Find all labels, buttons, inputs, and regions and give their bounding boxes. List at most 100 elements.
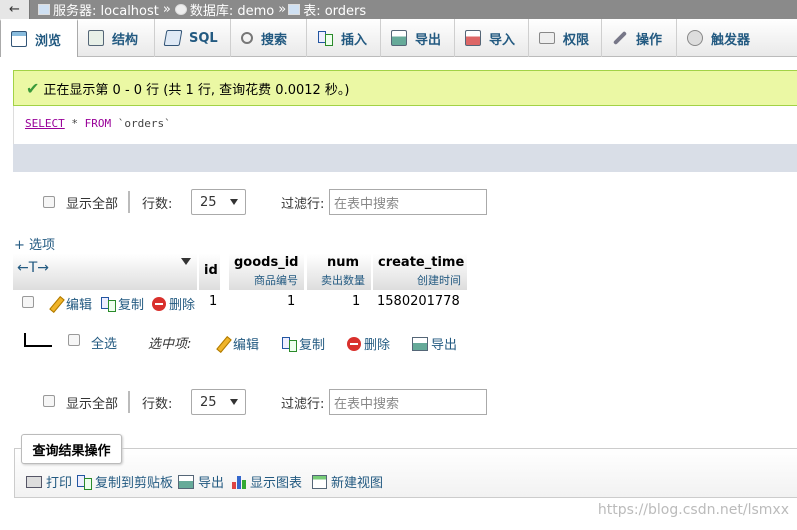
tab-export[interactable]: 导出 bbox=[381, 19, 455, 57]
tab-label: 权限 bbox=[563, 32, 590, 48]
message-text: 正在显示第 0 - 0 行 (共 1 行, 查询花费 0.0012 秒。) bbox=[43, 82, 350, 98]
show-all-label: 显示全部 bbox=[66, 197, 119, 212]
row-checkbox[interactable] bbox=[22, 296, 34, 308]
operations-title-text: 查询结果操作 bbox=[32, 443, 111, 459]
sql-query-box[interactable]: SELECT * FROM `orders` bbox=[13, 106, 797, 144]
row-edit-button[interactable]: 编辑 bbox=[48, 294, 92, 313]
triggers-icon bbox=[687, 30, 703, 46]
tab-label: SQL bbox=[189, 30, 218, 46]
column-name: id bbox=[204, 263, 218, 278]
select-all-checkbox[interactable] bbox=[68, 334, 80, 346]
tab-search[interactable]: 搜索 bbox=[231, 19, 307, 57]
select-all-label[interactable]: 全选 bbox=[91, 333, 117, 352]
sql-keyword[interactable]: SELECT bbox=[25, 117, 65, 130]
new-view-label: 新建视图 bbox=[331, 476, 384, 491]
chevron-down-icon bbox=[230, 399, 238, 405]
show-all-checkbox[interactable] bbox=[43, 196, 55, 208]
show-all-checkbox[interactable] bbox=[43, 395, 55, 407]
sort-dropdown-icon[interactable] bbox=[181, 258, 191, 265]
cell-num[interactable]: 1 bbox=[352, 294, 360, 309]
edit-label: 编辑 bbox=[233, 338, 260, 353]
browse-icon bbox=[11, 31, 27, 47]
delete-label: 删除 bbox=[169, 298, 196, 313]
export-icon bbox=[178, 474, 194, 489]
sql-text: `orders` bbox=[111, 117, 171, 130]
rows-select[interactable]: 25 bbox=[191, 189, 246, 215]
cell-goods-id[interactable]: 1 bbox=[287, 294, 295, 309]
rows-select[interactable]: 25 bbox=[191, 389, 246, 415]
tab-structure[interactable]: 结构 bbox=[78, 19, 155, 57]
table-icon bbox=[288, 4, 301, 15]
column-header-create-time[interactable]: create_time 创建时间 bbox=[373, 254, 468, 290]
copy-clipboard-label: 复制到剪贴板 bbox=[95, 476, 174, 491]
tab-triggers[interactable]: 触发器 bbox=[677, 19, 765, 57]
structure-icon bbox=[88, 30, 104, 46]
tab-operations[interactable]: 操作 bbox=[602, 19, 677, 57]
breadcrumb-database[interactable]: 数据库: demo bbox=[190, 0, 274, 19]
tab-insert[interactable]: 插入 bbox=[307, 19, 381, 57]
edit-label: 编辑 bbox=[66, 298, 93, 313]
tab-label: 操作 bbox=[636, 32, 663, 48]
filter-input[interactable]: 在表中搜索 bbox=[329, 389, 487, 415]
tab-label: 插入 bbox=[341, 32, 368, 48]
breadcrumb-server[interactable]: 服务器: localhost bbox=[53, 0, 159, 19]
options-link[interactable]: + 选项 bbox=[14, 234, 55, 253]
delete-label: 删除 bbox=[364, 338, 391, 353]
pencil-icon bbox=[48, 296, 63, 311]
column-header-id[interactable]: id bbox=[199, 254, 221, 290]
select-arrow-icon bbox=[24, 333, 52, 347]
column-arrows[interactable]: ←T→ bbox=[17, 260, 49, 276]
tab-label: 浏览 bbox=[35, 33, 62, 49]
breadcrumb-separator: » bbox=[162, 2, 171, 17]
divider bbox=[128, 191, 130, 213]
row-delete-button[interactable]: 删除 bbox=[152, 294, 195, 313]
checkmark-icon: ✔ bbox=[26, 78, 40, 98]
view-icon bbox=[312, 474, 327, 489]
export-button[interactable]: 导出 bbox=[178, 472, 224, 491]
export-icon bbox=[412, 336, 428, 351]
sql-icon bbox=[163, 30, 183, 46]
tab-privileges[interactable]: 权限 bbox=[529, 19, 602, 57]
tab-label: 导入 bbox=[489, 32, 516, 48]
tab-label: 导出 bbox=[415, 32, 442, 48]
cell-id[interactable]: 1 bbox=[209, 294, 217, 309]
copy-label: 复制 bbox=[118, 298, 145, 313]
pencil-icon bbox=[215, 336, 230, 351]
bar-chart-icon bbox=[232, 475, 246, 489]
filter-label: 过滤行: bbox=[281, 197, 325, 212]
chart-label: 显示图表 bbox=[250, 476, 303, 491]
rows-value: 25 bbox=[200, 194, 217, 210]
filter-input[interactable]: 在表中搜索 bbox=[329, 189, 487, 215]
bulk-edit-button[interactable]: 编辑 bbox=[215, 334, 259, 353]
breadcrumb: ← 服务器: localhost » 数据库: demo » 表: orders bbox=[0, 0, 797, 19]
display-chart-button[interactable]: 显示图表 bbox=[232, 472, 302, 491]
insert-icon bbox=[317, 30, 333, 46]
print-button[interactable]: 打印 bbox=[26, 472, 72, 491]
tab-sql[interactable]: SQL bbox=[155, 19, 231, 57]
create-view-button[interactable]: 新建视图 bbox=[312, 472, 383, 491]
tab-import[interactable]: 导入 bbox=[455, 19, 529, 57]
column-header-num[interactable]: num 卖出数量 bbox=[307, 254, 372, 290]
watermark: https://blog.csdn.net/lsmxx bbox=[597, 502, 789, 518]
server-icon bbox=[38, 4, 50, 15]
column-comment: 商品编号 bbox=[254, 274, 298, 287]
sql-keyword[interactable]: FROM bbox=[85, 117, 112, 130]
column-comment: 创建时间 bbox=[417, 274, 461, 287]
breadcrumb-table[interactable]: 表: orders bbox=[303, 0, 366, 19]
printer-icon bbox=[26, 475, 42, 488]
back-arrow-icon[interactable]: ← bbox=[0, 0, 30, 19]
copy-to-clipboard-button[interactable]: 复制到剪贴板 bbox=[76, 472, 173, 491]
bulk-export-button[interactable]: 导出 bbox=[412, 334, 457, 353]
bulk-delete-button[interactable]: 删除 bbox=[347, 334, 390, 353]
bulk-copy-button[interactable]: 复制 bbox=[281, 334, 325, 353]
with-selected-label: 选中项: bbox=[148, 337, 192, 352]
tab-label: 触发器 bbox=[711, 32, 751, 48]
row-copy-button[interactable]: 复制 bbox=[100, 294, 144, 313]
export-icon bbox=[391, 30, 407, 46]
filter-placeholder: 在表中搜索 bbox=[334, 396, 400, 412]
tab-label: 搜索 bbox=[261, 32, 288, 48]
column-header-goods-id[interactable]: goods_id 商品编号 bbox=[229, 254, 305, 290]
show-all-label: 显示全部 bbox=[66, 397, 119, 412]
cell-create-time[interactable]: 1580201778 bbox=[377, 294, 460, 309]
tab-browse[interactable]: 浏览 bbox=[0, 19, 78, 57]
